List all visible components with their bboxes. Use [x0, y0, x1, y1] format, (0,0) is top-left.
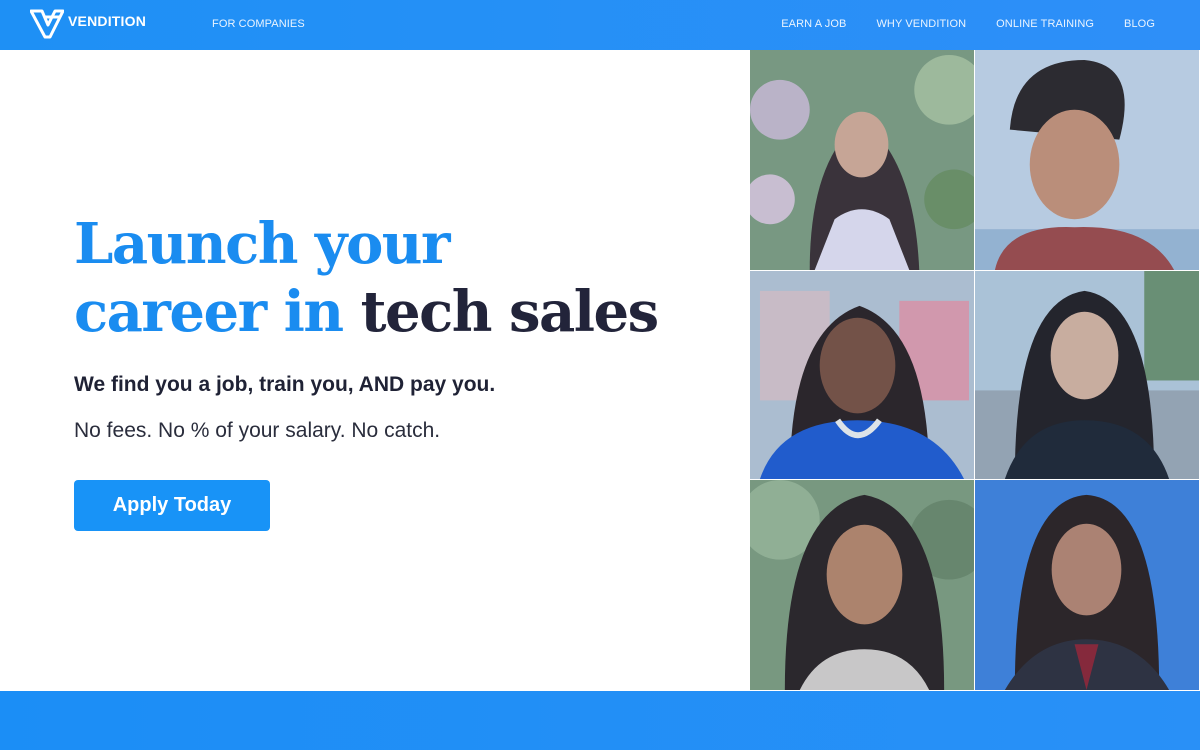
- nav-right-links: EARN A JOB WHY VENDITION ONLINE TRAINING…: [781, 18, 1155, 30]
- hero-title-line1: Launch your: [74, 211, 451, 277]
- candidate-photo: [750, 271, 975, 480]
- candidate-photo: [975, 50, 1200, 271]
- candidate-photo: [750, 50, 975, 271]
- vendition-logo-icon: [30, 9, 64, 39]
- candidate-photo: [975, 480, 1200, 691]
- candidate-photo: [750, 480, 975, 691]
- hero-title: Launch your career in tech sales: [74, 210, 694, 346]
- nav-earn-a-job[interactable]: EARN A JOB: [781, 18, 846, 30]
- vendition-logo[interactable]: VENDITION: [30, 9, 146, 39]
- candidate-photo-grid: [750, 50, 1200, 691]
- hero-title-line2-blue: career in: [74, 279, 344, 345]
- top-nav: VENDITION FOR COMPANIES EARN A JOB WHY V…: [0, 0, 1200, 50]
- nav-online-training[interactable]: ONLINE TRAINING: [996, 18, 1094, 30]
- nav-blog[interactable]: BLOG: [1124, 18, 1155, 30]
- apply-today-button[interactable]: Apply Today: [74, 480, 270, 531]
- nav-for-companies[interactable]: FOR COMPANIES: [212, 18, 305, 30]
- brand-name: VENDITION: [68, 13, 147, 29]
- candidate-photo: [975, 271, 1200, 480]
- next-section-band: [0, 691, 1200, 750]
- hero-title-line2-dark: tech sales: [360, 279, 660, 345]
- nav-why-vendition[interactable]: WHY VENDITION: [876, 18, 966, 30]
- hero-subtext: No fees. No % of your salary. No catch.: [74, 419, 441, 442]
- hero-subhead: We find you a job, train you, AND pay yo…: [74, 373, 496, 396]
